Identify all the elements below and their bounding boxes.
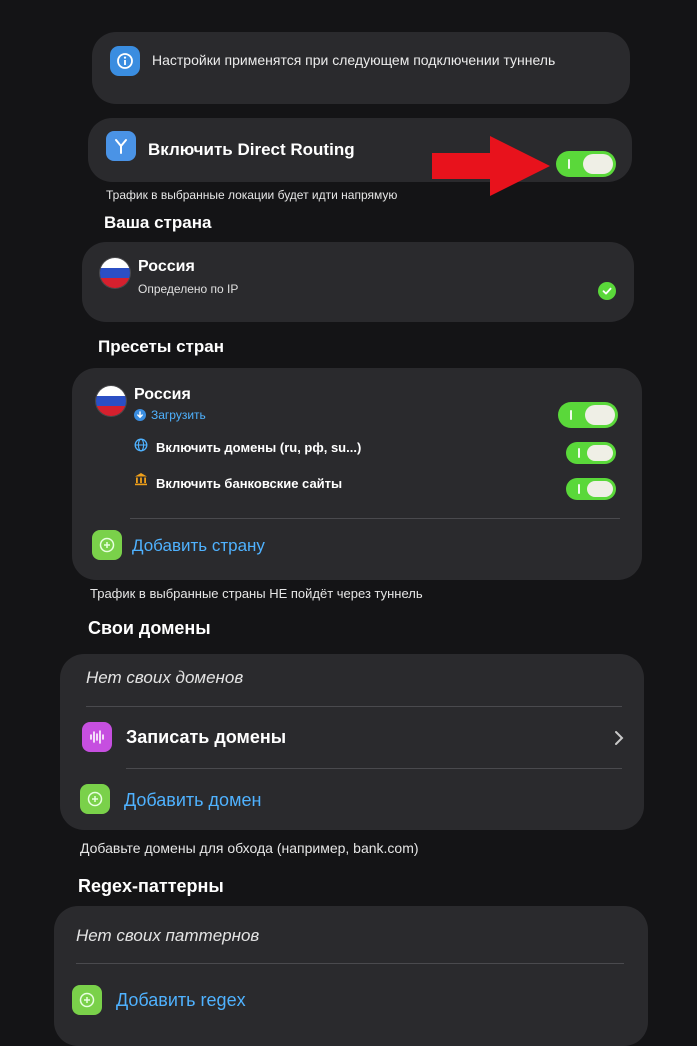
your-country-card[interactable]: Россия Определено по IP xyxy=(82,242,634,322)
direct-routing-toggle[interactable] xyxy=(556,151,616,177)
russia-flag-icon xyxy=(100,258,130,288)
enable-banks-label: Включить банковские сайты xyxy=(156,476,343,491)
red-arrow-annotation xyxy=(432,136,550,196)
enable-banks-toggle[interactable] xyxy=(566,478,616,500)
waveform-icon xyxy=(82,722,112,752)
info-icon xyxy=(110,46,140,76)
direct-routing-label: Включить Direct Routing xyxy=(148,140,355,159)
regex-title: Regex-паттерны xyxy=(78,876,224,896)
checkmark-icon xyxy=(598,282,616,300)
divider xyxy=(76,963,624,964)
add-country-button[interactable]: Добавить страну xyxy=(90,526,390,566)
your-country-subtitle: Определено по IP xyxy=(138,282,239,296)
add-domain-button[interactable]: Добавить домен xyxy=(78,778,378,818)
preset-country-name: Россия xyxy=(134,386,191,403)
custom-domains-card: Нет своих доменов Записать домены Добави… xyxy=(60,654,644,830)
add-icon xyxy=(92,530,122,560)
country-presets-card: Россия Загрузить Включить домены (ru, рф… xyxy=(72,368,642,580)
russia-flag-icon xyxy=(96,386,126,416)
divider xyxy=(86,706,622,707)
custom-domains-title: Свои домены xyxy=(88,618,211,638)
chevron-right-icon xyxy=(614,730,624,751)
download-label: Загрузить xyxy=(151,408,206,422)
info-banner: Настройки применятся при следующем подкл… xyxy=(92,32,630,104)
add-country-label: Добавить страну xyxy=(132,536,265,555)
globe-icon xyxy=(134,438,148,457)
enable-domains-toggle[interactable] xyxy=(566,442,616,464)
info-banner-text: Настройки применятся при следующем подкл… xyxy=(152,52,556,68)
download-link[interactable]: Загрузить xyxy=(134,408,206,422)
preset-country-toggle[interactable] xyxy=(558,402,618,428)
country-presets-title: Пресеты стран xyxy=(98,337,224,356)
divider xyxy=(126,768,622,769)
custom-domains-footnote: Добавьте домены для обхода (например, ba… xyxy=(80,840,419,856)
add-domain-label: Добавить домен xyxy=(124,790,262,810)
regex-card: Нет своих паттернов Добавить regex xyxy=(54,906,648,1046)
your-country-name: Россия xyxy=(138,258,195,275)
record-domains-button[interactable]: Записать домены xyxy=(80,714,628,762)
regex-empty: Нет своих паттернов xyxy=(76,926,260,945)
add-icon xyxy=(72,985,102,1015)
add-icon xyxy=(80,784,110,814)
your-country-title: Ваша страна xyxy=(104,213,212,232)
add-regex-button[interactable]: Добавить regex xyxy=(70,980,370,1020)
bank-icon xyxy=(134,472,148,491)
enable-domains-label: Включить домены (ru, рф, su...) xyxy=(156,440,362,455)
record-domains-label: Записать домены xyxy=(126,727,287,747)
direct-routing-footnote: Трафик в выбранные локации будет идти на… xyxy=(106,188,398,202)
custom-domains-empty: Нет своих доменов xyxy=(86,668,244,687)
country-presets-footnote: Трафик в выбранные страны НЕ пойдёт чере… xyxy=(90,586,423,601)
divider xyxy=(130,518,620,519)
download-icon xyxy=(134,409,146,421)
routing-icon xyxy=(106,131,136,161)
add-regex-label: Добавить regex xyxy=(116,990,246,1010)
